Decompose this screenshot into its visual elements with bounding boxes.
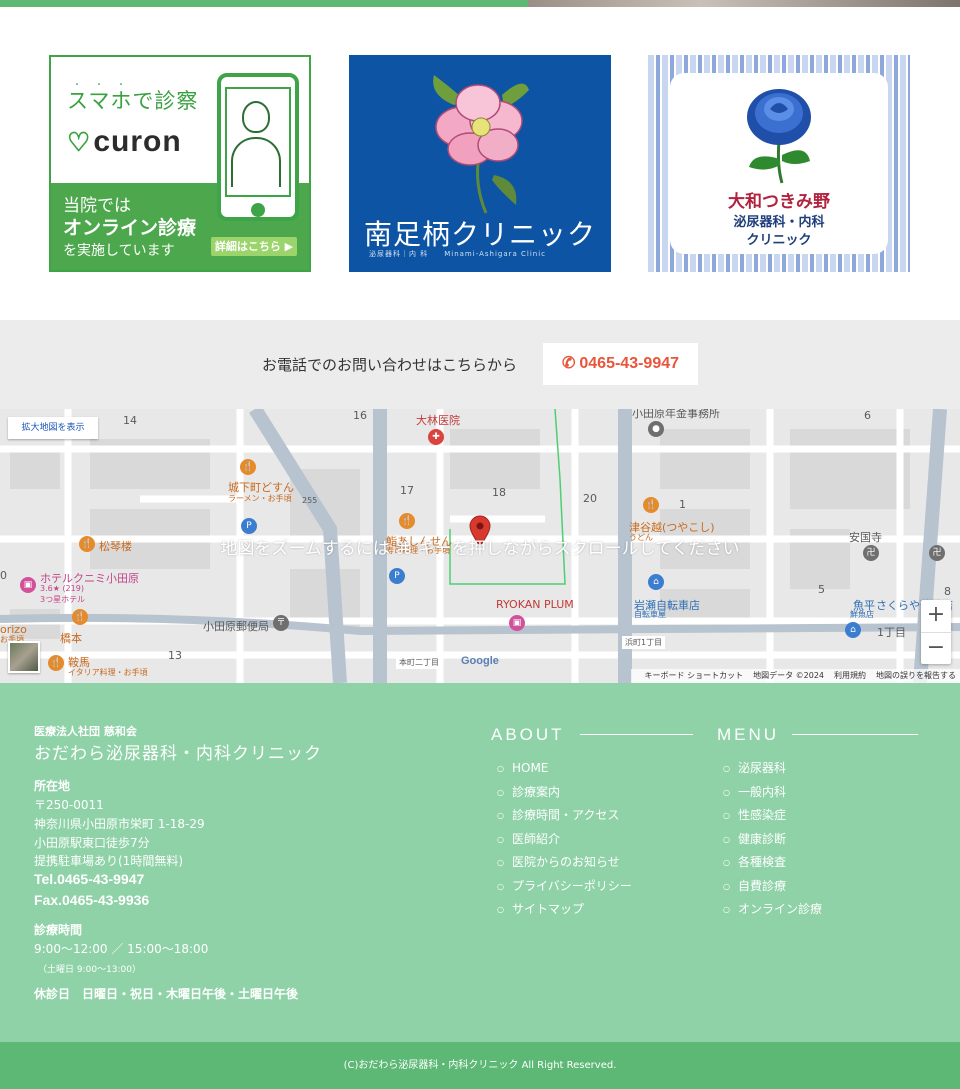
closed-days: 休診日 日曜日・祝日・木曜日午後・土曜日午後 [34, 987, 299, 1001]
footer-link-tests[interactable]: 各種検査 [723, 851, 822, 875]
top-bar [0, 0, 960, 7]
hotel-pin-icon[interactable]: ▣ [20, 577, 36, 593]
office-pin-icon[interactable]: ● [648, 421, 664, 437]
saturday-hours: （土曜日 9:00〜13:00） [38, 965, 142, 975]
copyright: (C)おだわら泌尿器科・内科クリニック All Right Reserved. [0, 1042, 960, 1089]
footer-link-sitemap[interactable]: サイトマップ [497, 898, 632, 922]
restaurant-pin-icon[interactable]: 🍴 [240, 459, 256, 475]
corporation-name: 医療法人社団 慈和会 [34, 725, 137, 738]
footer-link-online[interactable]: オンライン診療 [723, 898, 822, 922]
heart-icon: ♡ [67, 127, 92, 157]
footer-link-services[interactable]: 診療案内 [497, 781, 632, 805]
access: 小田原駅東口徒歩7分 [34, 836, 150, 850]
restaurant-pin-icon[interactable]: 🍴 [48, 655, 64, 671]
curon-online-banner[interactable]: ・・・ スマホで診察 ♡curon 当院では オンライン診療 を実施しています … [49, 55, 311, 272]
parking-pin-icon[interactable]: P [241, 518, 257, 534]
footer-link-news[interactable]: 医院からのお知らせ [497, 851, 632, 875]
phone-contact-label: お電話でのお問い合わせはこちらから [262, 356, 518, 374]
parking-pin-icon[interactable]: P [389, 568, 405, 584]
footer-link-privacy[interactable]: プライバシーポリシー [497, 875, 632, 899]
street-view-thumbnail[interactable] [8, 641, 40, 673]
footer-link-internal[interactable]: 一般内科 [723, 781, 822, 805]
parking-info: 提携駐車場あり(1時間無料) [34, 854, 183, 868]
footer-link-doctor[interactable]: 医師紹介 [497, 828, 632, 852]
service-menu: 泌尿器科 一般内科 性感染症 健康診断 各種検査 自費診療 オンライン診療 [723, 757, 822, 922]
curon-logo: ♡curon [67, 125, 182, 158]
keyboard-shortcuts-link[interactable]: キーボード ショートカット [645, 671, 744, 680]
address: 神奈川県小田原市栄町 1-18-29 [34, 817, 205, 831]
footer-fax: Fax.0465-43-9936 [34, 892, 150, 908]
hotel-pin-icon[interactable]: ▣ [509, 615, 525, 631]
curon-detail-button[interactable]: 詳細はこちら ▶ [211, 237, 297, 256]
minami-ashigara-clinic-banner[interactable]: 南足柄クリニック 泌尿器科｜内 科 Minami-Ashigara Clinic [349, 55, 611, 272]
google-map[interactable]: 拡大地図を表示 14 16 17 18 20 1 6 5 8 13 0 ✚ 大林… [0, 409, 960, 683]
footer-tel[interactable]: Tel.0465-43-9947 [34, 871, 144, 887]
restaurant-pin-icon[interactable]: 🍴 [72, 609, 88, 625]
about-heading: ABOUT [491, 725, 565, 744]
site-footer: 医療法人社団 慈和会 おだわら泌尿器科・内科クリニック 所在地 〒250-001… [0, 683, 960, 1042]
footer-link-home[interactable]: HOME [497, 757, 632, 781]
phone-contact-band: お電話でのお問い合わせはこちらから ✆ 0465-43-9947 [0, 320, 960, 409]
about-divider [580, 734, 693, 735]
about-menu: HOME 診療案内 診療時間・アクセス 医師紹介 医院からのお知らせ プライバシ… [497, 757, 632, 922]
phone-contact-button[interactable]: ✆ 0465-43-9947 [543, 343, 698, 385]
blue-rose-icon [747, 89, 811, 184]
map-attribution: キーボード ショートカット 地図データ ©2024 利用規約 地図の誤りを報告する [630, 669, 960, 683]
restaurant-pin-icon[interactable]: 🍴 [643, 497, 659, 513]
map-zoom-in-button[interactable]: + [921, 600, 951, 632]
footer-link-checkup[interactable]: 健康診断 [723, 828, 822, 852]
map-expand-link[interactable]: 拡大地図を表示 [8, 417, 98, 439]
menu-divider [792, 734, 918, 735]
footer-link-std[interactable]: 性感染症 [723, 804, 822, 828]
post-office-pin-icon[interactable]: 〒 [273, 615, 289, 631]
header-photo-strip [528, 0, 960, 7]
hospital-pin-icon[interactable]: ✚ [428, 429, 444, 445]
banner-row: ・・・ スマホで診察 ♡curon 当院では オンライン診療 を実施しています … [49, 55, 911, 272]
map-data-credit: 地図データ ©2024 [753, 671, 824, 680]
hours-heading: 診療時間 [34, 923, 83, 937]
minami-clinic-name: 南足柄クリニック [363, 218, 596, 251]
map-zoom-controls: + − [921, 600, 951, 664]
yamato-tsukimino-clinic-banner[interactable]: 大和つきみ野 泌尿器科・内科 クリニック [648, 55, 910, 272]
map-zoom-out-button[interactable]: − [921, 632, 951, 664]
clinic-hours: 9:00〜12:00 ／ 15:00〜18:00 [34, 942, 209, 956]
footer-link-self-pay[interactable]: 自費診療 [723, 875, 822, 899]
hellebore-flower-icon [433, 75, 529, 214]
footer-link-urology[interactable]: 泌尿器科 [723, 757, 822, 781]
report-error-link[interactable]: 地図の誤りを報告する [876, 671, 956, 680]
menu-heading: MENU [717, 725, 780, 744]
terms-link[interactable]: 利用規約 [834, 671, 866, 680]
shop-pin-icon[interactable]: ⌂ [648, 574, 664, 590]
zip-code: 〒250-0011 [34, 798, 104, 812]
smartphone-doctor-icon [217, 73, 299, 221]
map-zoom-hint: 地図をズームするには ⌘ キーを押しながらスクロールしてください [220, 539, 740, 559]
footer-link-hours-access[interactable]: 診療時間・アクセス [497, 804, 632, 828]
phone-icon: ✆ [561, 355, 576, 372]
shop-pin-icon[interactable]: ⌂ [845, 622, 861, 638]
restaurant-pin-icon[interactable]: 🍴 [399, 513, 415, 529]
curon-line1: スマホで診察 [67, 89, 199, 113]
address-heading: 所在地 [34, 779, 71, 793]
clinic-name: おだわら泌尿器科・内科クリニック [34, 744, 322, 764]
google-logo: Google [461, 655, 499, 667]
